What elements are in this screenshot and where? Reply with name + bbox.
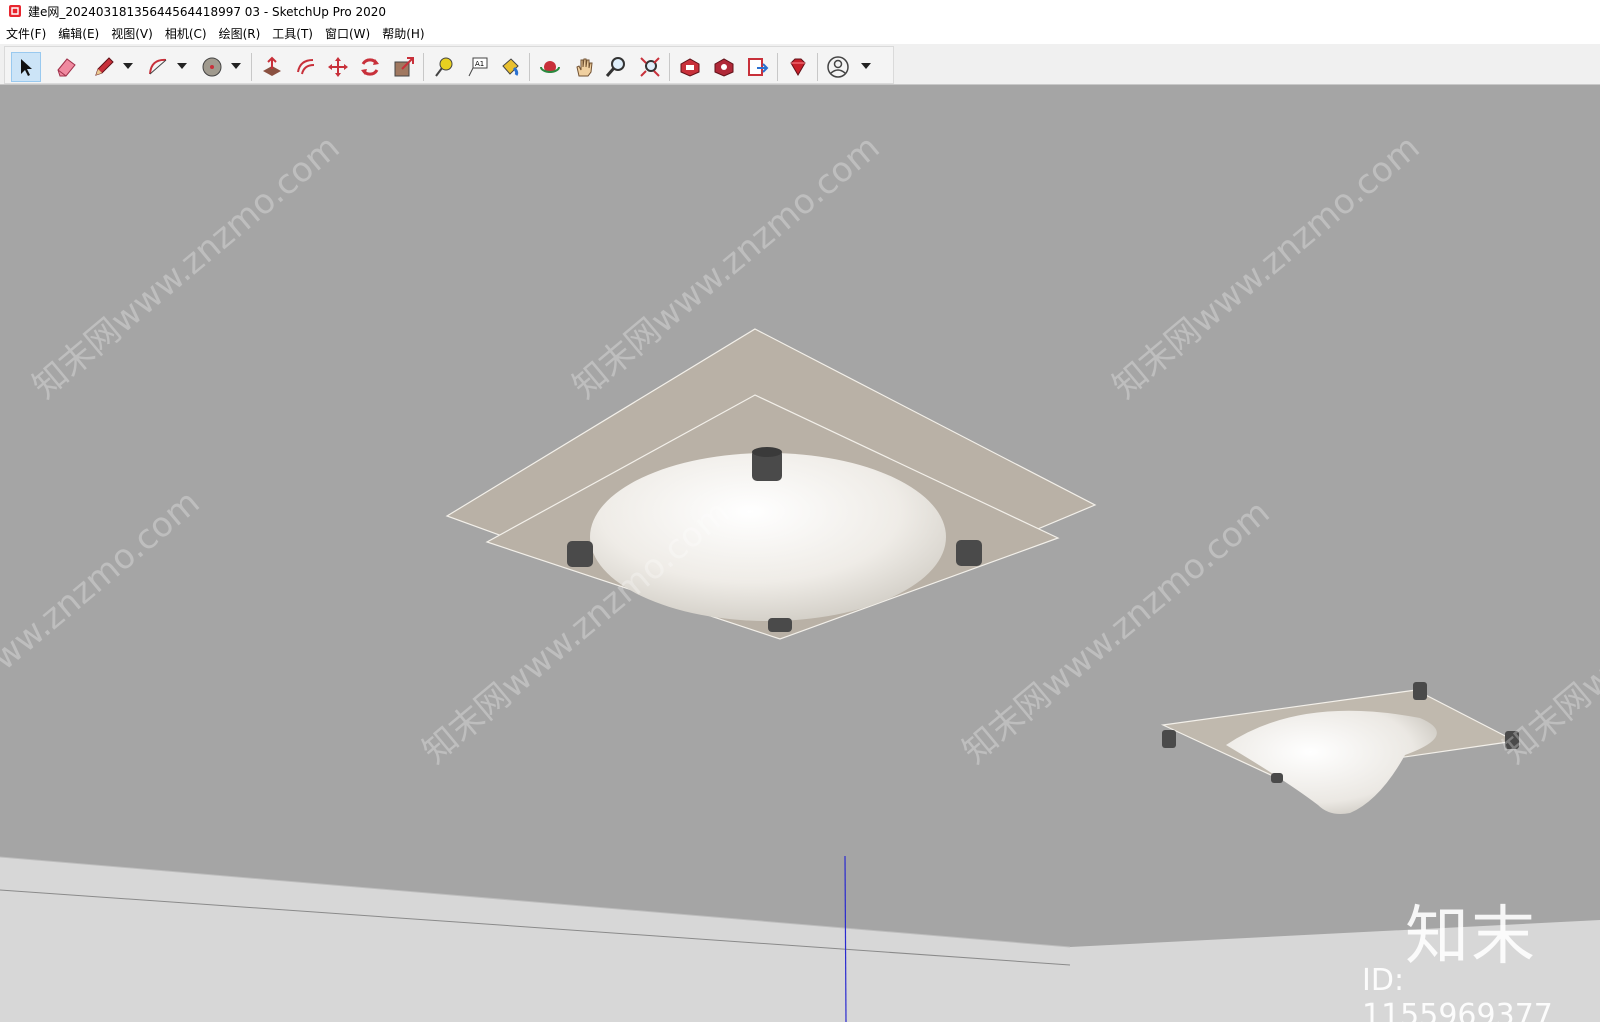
zoom-icon[interactable] <box>601 52 631 82</box>
toolbar-separator <box>817 53 818 81</box>
paint-bucket-icon[interactable] <box>495 52 525 82</box>
account-icon[interactable] <box>823 52 853 82</box>
menu-tools[interactable]: 工具(T) <box>266 25 319 42</box>
move-icon[interactable] <box>323 52 353 82</box>
extension-warehouse-icon[interactable] <box>709 52 739 82</box>
menu-window[interactable]: 窗口(W) <box>319 25 376 42</box>
text-icon[interactable]: A1 <box>463 52 493 82</box>
toolbar-separator <box>529 53 530 81</box>
send-to-layout-icon[interactable] <box>743 52 773 82</box>
ceiling-light-main[interactable] <box>445 328 1097 640</box>
pan-icon[interactable] <box>569 52 599 82</box>
offset-icon[interactable] <box>291 52 321 82</box>
sketchup-app-icon <box>9 5 21 17</box>
3d-warehouse-icon[interactable] <box>675 52 705 82</box>
rotate-icon[interactable] <box>355 52 385 82</box>
title-bar: 建e网_20240318135644564418997 03 - SketchU… <box>0 0 1600 22</box>
menu-bar: 文件(F) 编辑(E) 视图(V) 相机(C) 绘图(R) 工具(T) 窗口(W… <box>0 22 1600 44</box>
menu-edit[interactable]: 编辑(E) <box>52 25 105 42</box>
toolbar-separator <box>423 53 424 81</box>
menu-camera[interactable]: 相机(C) <box>159 25 213 42</box>
menu-help[interactable]: 帮助(H) <box>376 25 430 42</box>
account-dropdown-icon[interactable] <box>861 63 871 69</box>
pencil-dropdown-icon[interactable] <box>123 63 133 69</box>
zoom-extents-icon[interactable] <box>635 52 665 82</box>
menu-file[interactable]: 文件(F) <box>0 25 52 42</box>
model-viewport[interactable]: 知末网www.znzmo.com 知末网www.znzmo.com 知末网www… <box>0 85 1600 1022</box>
shape-icon[interactable] <box>197 52 227 82</box>
tape-measure-icon[interactable] <box>429 52 459 82</box>
arc-dropdown-icon[interactable] <box>177 63 187 69</box>
arc-icon[interactable] <box>143 52 173 82</box>
menu-view[interactable]: 视图(V) <box>105 25 159 42</box>
eraser-icon[interactable] <box>51 52 81 82</box>
push-pull-icon[interactable] <box>257 52 287 82</box>
menu-draw[interactable]: 绘图(R) <box>213 25 267 42</box>
orbit-icon[interactable] <box>535 52 565 82</box>
toolbar-separator <box>669 53 670 81</box>
ceiling-light-secondary[interactable] <box>1160 682 1519 814</box>
pencil-icon[interactable] <box>89 52 119 82</box>
floor-plane <box>0 856 1600 1022</box>
scale-icon[interactable] <box>389 52 419 82</box>
window-title: 建e网_20240318135644564418997 03 - SketchU… <box>28 4 387 19</box>
toolbar-separator <box>251 53 252 81</box>
toolbar-separator <box>777 53 778 81</box>
toolbar-strip: A1 <box>4 46 894 84</box>
svg-text:A1: A1 <box>475 60 484 68</box>
shape-dropdown-icon[interactable] <box>231 63 241 69</box>
select-tool-icon[interactable] <box>11 52 41 82</box>
toolbar: A1 <box>0 44 1600 85</box>
ruby-console-icon[interactable] <box>783 52 813 82</box>
image-id-label: ID: 1155969377 <box>1362 963 1553 1022</box>
